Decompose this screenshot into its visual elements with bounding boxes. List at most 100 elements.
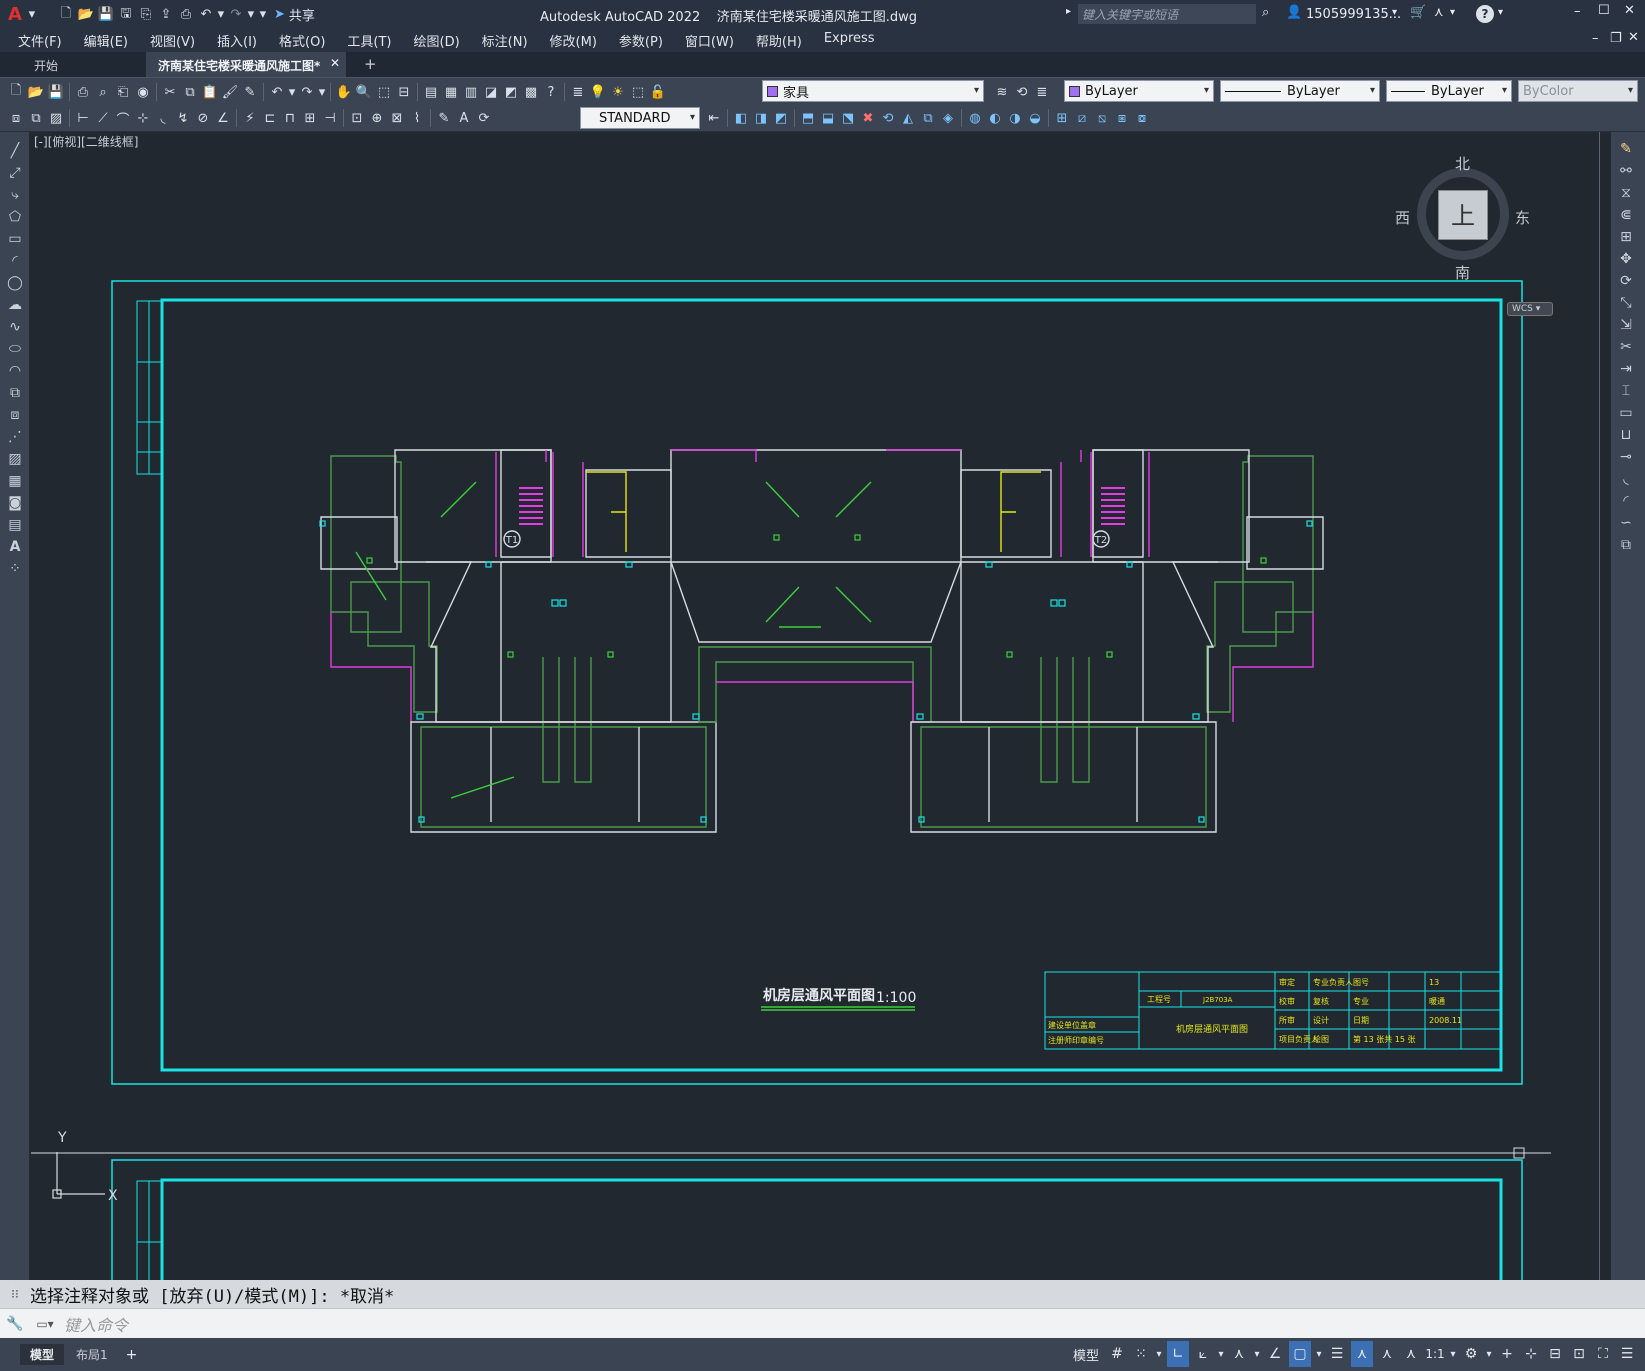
dim-diameter-icon[interactable]: ⊘: [193, 108, 213, 128]
annotation-scale-dropdown-icon[interactable]: ▾: [1449, 1341, 1457, 1367]
make-current-layer-icon[interactable]: ≋: [992, 82, 1012, 102]
text-front-icon[interactable]: ⧉: [26, 108, 46, 128]
layout-tab-model[interactable]: 模型: [20, 1344, 65, 1365]
a360-dropdown-icon[interactable]: ▾: [1450, 7, 1455, 18]
help-dropdown-icon[interactable]: ▾: [1498, 7, 1503, 18]
union-icon[interactable]: ◧: [731, 108, 751, 128]
autodesk-a360-icon[interactable]: ⋏: [1434, 5, 1444, 20]
menu-item[interactable]: 帮助(H): [756, 31, 802, 50]
search-expand-icon[interactable]: ▸: [1066, 6, 1071, 17]
command-input[interactable]: 键入命令: [64, 1312, 128, 1336]
osnap-dropdown-icon[interactable]: ▾: [1315, 1341, 1323, 1367]
tab-drawing[interactable]: 济南某住宅楼采暖通风施工图* ✕: [146, 52, 346, 77]
move-faces-icon[interactable]: ⬓: [818, 108, 838, 128]
tool-palettes-icon[interactable]: ▥: [461, 82, 481, 102]
doc-close-icon[interactable]: ✕: [1628, 30, 1639, 45]
layer-dropdown[interactable]: 家具 ▾: [762, 80, 984, 102]
layer-properties-icon[interactable]: ≣: [568, 82, 588, 102]
jogged-linear-icon[interactable]: ⌇: [407, 108, 427, 128]
undo-dropdown-icon[interactable]: ▾: [216, 5, 226, 25]
undo-tool-icon[interactable]: ↶: [267, 82, 287, 102]
menu-item[interactable]: 工具(T): [347, 31, 391, 50]
dim-style-icon[interactable]: ⇤: [704, 108, 724, 128]
save-tool-icon[interactable]: 💾: [46, 82, 66, 102]
isodraft-icon[interactable]: ⋏: [1229, 1341, 1249, 1367]
menu-item[interactable]: 参数(P): [619, 31, 663, 50]
hardware-acceleration-icon[interactable]: ⊡: [1569, 1341, 1589, 1367]
viewcube-face[interactable]: 上: [1438, 190, 1488, 240]
smooth-icon[interactable]: ∽: [1611, 512, 1641, 534]
add-selected-icon[interactable]: ⁘: [0, 558, 30, 580]
drawing-canvas[interactable]: [-][俯视][二维线框] T1 T2 机房层通风平面图 1:100 工程号 J…: [31, 132, 1610, 1280]
interfere-icon[interactable]: ⧆: [1112, 108, 1132, 128]
scale-icon[interactable]: ⤡: [1611, 292, 1641, 314]
layer-previous-icon[interactable]: ⟲: [1012, 82, 1032, 102]
command-close-icon[interactable]: ✕: [0, 1279, 28, 1295]
workspace-gear-icon[interactable]: ⚙: [1461, 1341, 1481, 1367]
viewcube-north[interactable]: 北: [1455, 153, 1470, 174]
quickcalc-icon[interactable]: ▩: [521, 82, 541, 102]
doc-minimize-icon[interactable]: –: [1592, 31, 1599, 46]
dim-aligned-icon[interactable]: ⟋: [93, 108, 113, 128]
color-dropdown[interactable]: ByLayer ▾: [1064, 80, 1214, 102]
viewcube-east[interactable]: 东: [1515, 207, 1530, 228]
rectangle-icon[interactable]: ▭: [0, 228, 30, 250]
menu-item[interactable]: 文件(F): [18, 31, 62, 50]
annotation-scale-value[interactable]: 1:1: [1425, 1341, 1445, 1367]
isodraft-dropdown-icon[interactable]: ▾: [1253, 1341, 1261, 1367]
save-icon[interactable]: 💾: [96, 5, 116, 25]
linetype-dropdown[interactable]: ByLayer ▾: [1220, 80, 1380, 102]
insert-block-icon[interactable]: ⧉: [0, 382, 30, 404]
intersect-icon[interactable]: ◩: [771, 108, 791, 128]
break-icon[interactable]: ▭: [1611, 402, 1641, 424]
units-icon[interactable]: ⊹: [1521, 1341, 1541, 1367]
model-space-button[interactable]: 模型: [1073, 1341, 1099, 1367]
rotate-icon[interactable]: ⟳: [1611, 270, 1641, 292]
region-icon[interactable]: ◙: [0, 492, 30, 514]
dim-text-edit-icon[interactable]: A: [454, 108, 474, 128]
copy-object-icon[interactable]: ⚯: [1611, 160, 1641, 182]
join-icon[interactable]: ⊔: [1611, 424, 1641, 446]
new-file-icon[interactable]: 🗋: [56, 5, 76, 25]
wcs-menu[interactable]: WCS ▾: [1507, 302, 1553, 316]
draw-order-icon[interactable]: ⧈: [6, 108, 26, 128]
new-tab-button[interactable]: +: [364, 55, 377, 73]
annotation-monitor-icon[interactable]: +: [1497, 1341, 1517, 1367]
blend-curves-icon[interactable]: ◜: [1611, 490, 1641, 512]
arc-icon[interactable]: ◜: [0, 250, 30, 272]
dim-update-icon[interactable]: ⟳: [474, 108, 494, 128]
rotate-faces-icon[interactable]: ⟲: [878, 108, 898, 128]
layer-states-icon[interactable]: ≣: [1032, 82, 1052, 102]
tab-start[interactable]: 开始: [0, 52, 146, 77]
plotstyle-dropdown[interactable]: ByColor ▾: [1518, 80, 1638, 102]
flatshot-icon[interactable]: ⧇: [1132, 108, 1152, 128]
hatch-icon[interactable]: ▨: [0, 448, 30, 470]
dim-radius-icon[interactable]: ◟: [153, 108, 173, 128]
check-solid-icon[interactable]: ⊞: [1052, 108, 1072, 128]
revcloud-icon[interactable]: ☁: [0, 294, 30, 316]
make-block-icon[interactable]: ⧈: [0, 404, 30, 426]
autocad-logo-icon[interactable]: A: [8, 4, 22, 25]
layer-on-icon[interactable]: 💡: [588, 82, 608, 102]
plot-preview-icon[interactable]: ⌕: [93, 82, 113, 102]
pan-icon[interactable]: ✋: [334, 82, 354, 102]
erase-icon[interactable]: ✎: [1611, 138, 1641, 160]
undo-tool-dropdown-icon[interactable]: ▾: [287, 82, 297, 102]
circle-icon[interactable]: ◯: [0, 272, 30, 294]
tab-close-icon[interactable]: ✕: [330, 56, 340, 70]
annotation-scale-icon[interactable]: ⋏: [1401, 1341, 1421, 1367]
web-open-icon[interactable]: ⎘: [136, 5, 156, 25]
dim-baseline-icon[interactable]: ⊏: [260, 108, 280, 128]
add-layout-button[interactable]: +: [126, 1347, 138, 1363]
polygon-icon[interactable]: ⬠: [0, 206, 30, 228]
redo-dropdown-icon[interactable]: ▾: [246, 5, 256, 25]
imprint-icon[interactable]: ◍: [965, 108, 985, 128]
table-icon[interactable]: ▤: [0, 514, 30, 536]
clean-screen-icon[interactable]: ⛶: [1593, 1341, 1613, 1367]
dim-linear-icon[interactable]: ⊢: [73, 108, 93, 128]
block-editor-icon[interactable]: ✎: [240, 82, 260, 102]
dim-angular-icon[interactable]: ∠: [213, 108, 233, 128]
tolerance-icon[interactable]: ⊡: [347, 108, 367, 128]
text-style-dropdown[interactable]: STANDARD ▾: [580, 107, 700, 129]
dim-jogged-icon[interactable]: ↯: [173, 108, 193, 128]
